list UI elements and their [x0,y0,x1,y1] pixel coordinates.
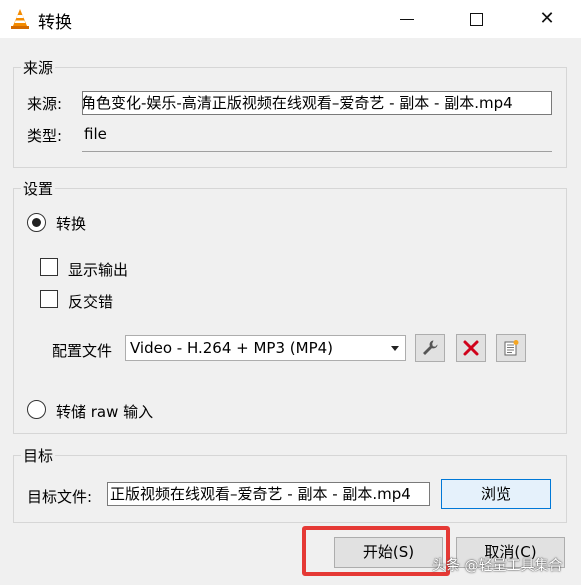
settings-legend: 设置 [21,178,56,199]
profile-label: 配置文件 [52,342,113,360]
vlc-cone-icon [10,8,30,30]
profile-select[interactable]: Video - H.264 + MP3 (MP4) [125,335,406,361]
radio-selected-dot [32,218,41,227]
destination-file-label: 目标文件: [27,488,93,506]
deinterlace-checkbox[interactable] [40,290,58,308]
convert-label: 转换 [56,215,87,233]
maximize-button[interactable] [453,0,499,38]
new-document-icon [504,340,519,356]
type-label: 类型: [27,127,63,145]
start-button[interactable]: 开始(S) [334,537,443,568]
watermark-text: 头条 @轻量工具集合 [432,558,563,574]
source-legend: 来源 [21,57,56,78]
maximize-icon [469,12,483,26]
new-profile-button[interactable] [496,334,526,362]
show-output-label: 显示输出 [68,261,129,279]
dump-raw-label: 转储 raw 输入 [56,403,154,421]
profile-select-value: Video - H.264 + MP3 (MP4) [130,339,334,357]
source-field[interactable]: ​角色变化-娱乐-高清正版视频在线观看–爱奇艺 - 副本 - 副本.mp4 [82,91,552,115]
destination-file-field[interactable]: 正版视频在线观看–爱奇艺 - 副本 - 副本.mp4 [107,482,430,506]
source-group [13,67,567,168]
edit-profile-button[interactable] [415,334,445,362]
close-button[interactable]: ✕ [524,0,570,38]
delete-x-icon [463,340,479,356]
deinterlace-label: 反交错 [68,293,114,311]
window-title: 转换 [38,13,72,33]
minimize-icon [400,18,414,20]
delete-profile-button[interactable] [456,334,486,362]
type-value: file [84,125,107,143]
convert-radio[interactable] [27,213,46,232]
chevron-down-icon [391,346,399,351]
dump-raw-radio[interactable] [27,400,46,419]
browse-button[interactable]: 浏览 [441,479,551,509]
minimize-button[interactable] [384,0,430,38]
destination-legend: 目标 [21,445,56,466]
source-divider [82,151,552,152]
show-output-checkbox[interactable] [40,258,58,276]
close-icon: ✕ [539,8,555,29]
source-label: 来源: [27,95,63,113]
wrench-icon [423,340,438,355]
